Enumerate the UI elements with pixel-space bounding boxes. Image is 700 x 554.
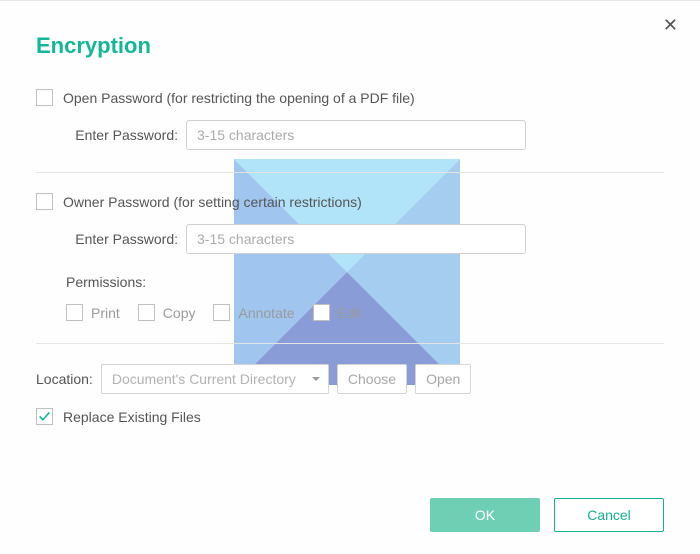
permission-copy: Copy (138, 304, 196, 321)
permission-annotate: Annotate (213, 304, 294, 321)
permission-copy-checkbox[interactable] (138, 304, 155, 321)
permission-edit: Edit (313, 304, 362, 321)
permission-annotate-checkbox[interactable] (213, 304, 230, 321)
owner-password-field: Enter Password: (36, 224, 664, 254)
permission-print-label: Print (91, 305, 120, 321)
owner-password-input-label: Enter Password: (66, 231, 178, 247)
location-selected-value: Document's Current Directory (112, 371, 296, 387)
permissions-label: Permissions: (66, 274, 664, 290)
open-password-row: Open Password (for restricting the openi… (36, 89, 664, 106)
permission-copy-label: Copy (163, 305, 196, 321)
permission-edit-label: Edit (338, 305, 362, 321)
permission-print: Print (66, 304, 120, 321)
open-button[interactable]: Open (415, 364, 471, 394)
owner-password-checkbox[interactable] (36, 193, 53, 210)
permissions-section: Permissions: Print Copy Annotate Edit (36, 274, 664, 321)
open-password-input[interactable] (186, 120, 526, 150)
divider (36, 172, 664, 173)
open-password-checkbox[interactable] (36, 89, 53, 106)
chevron-down-icon (312, 377, 320, 381)
permission-annotate-label: Annotate (238, 305, 294, 321)
owner-password-input[interactable] (186, 224, 526, 254)
open-password-label: Open Password (for restricting the openi… (63, 90, 415, 106)
location-label: Location: (36, 371, 93, 387)
location-select[interactable]: Document's Current Directory (101, 364, 329, 394)
replace-existing-checkbox[interactable] (36, 408, 53, 425)
replace-row: Replace Existing Files (36, 408, 664, 425)
ok-button[interactable]: OK (430, 498, 540, 532)
open-password-field: Enter Password: (36, 120, 664, 150)
replace-existing-label: Replace Existing Files (63, 409, 201, 425)
divider (36, 343, 664, 344)
location-row: Location: Document's Current Directory C… (36, 364, 664, 394)
open-password-input-label: Enter Password: (66, 127, 178, 143)
permission-print-checkbox[interactable] (66, 304, 83, 321)
cancel-button[interactable]: Cancel (554, 498, 664, 532)
choose-button[interactable]: Choose (337, 364, 407, 394)
permission-edit-checkbox[interactable] (313, 304, 330, 321)
close-icon[interactable]: ✕ (663, 15, 678, 36)
owner-password-row: Owner Password (for setting certain rest… (36, 193, 664, 210)
dialog-footer: OK Cancel (430, 498, 664, 532)
owner-password-label: Owner Password (for setting certain rest… (63, 194, 362, 210)
dialog-title: Encryption (36, 33, 664, 59)
